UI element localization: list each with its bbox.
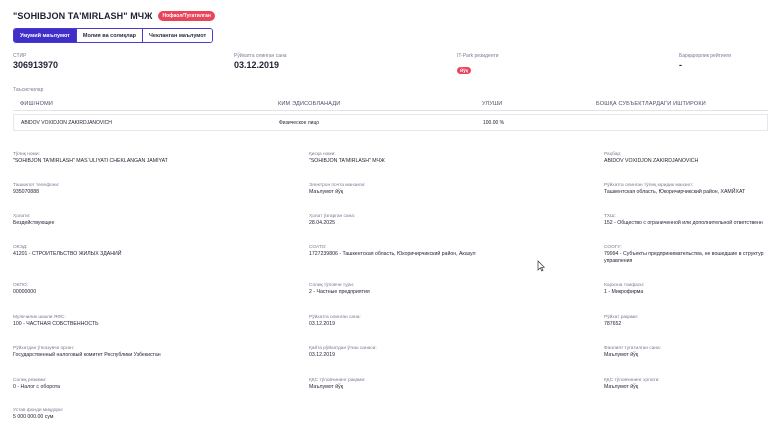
field-okvd: ОКЭД: 41201 - СТРОИТЕЛЬСТВО ЖИЛЫХ ЗДАНИЙ <box>13 245 188 258</box>
field-ownership: Мулкчилик шакли ЯФС: 100 - ЧАСТНАЯ СОБСТ… <box>13 315 188 328</box>
stat-itpark: IT-Park резиденти Йўқ <box>457 53 499 77</box>
founder-name-cell: ABIDOV VOXIDJON ZAKIRDJANOVICH <box>21 119 112 126</box>
field-legal-address: Рўйхатга олинган тўлиқ юридик манзил: Та… <box>604 183 768 196</box>
field-value: 1727239806 - Ташкентская область, Юкорич… <box>309 251 476 257</box>
field-value: Маълумот йўқ <box>309 384 343 390</box>
stat-registration-date-value: 03.12.2019 <box>234 60 280 70</box>
status-badge: Нофаол/Тугатилган <box>158 11 215 21</box>
founder-type-cell: Физическое лицо <box>279 119 320 126</box>
field-registration-date: Рўйхатга олинган сана: 03.12.2019 <box>309 315 484 328</box>
field-liquidation-date: Фаолият тугатилган сана: Маълумот йўқ <box>604 346 768 359</box>
founders-section-label: Таъсисчилар <box>13 87 44 93</box>
field-registering-body: Рўйхатдан ўтказувчи орган: Государственн… <box>13 346 233 359</box>
founder-share-cell: 100.00 % <box>483 119 505 126</box>
field-value: Государственный налоговый комитет Респуб… <box>13 352 161 358</box>
stat-reliability-label: Барқарорлик рейтинги <box>679 53 732 59</box>
field-soato: СОАТО: 1727239806 - Ташкентская область,… <box>309 245 529 258</box>
field-full-name: Тўлиқ номи: "SOHIBJON TA'MIRLASH" MAS`UL… <box>13 152 293 165</box>
itpark-status-pill: Йўқ <box>457 67 471 74</box>
field-value: 28.04.2025 <box>309 220 335 226</box>
field-value: 00000000 <box>13 289 37 295</box>
field-phone: Ташкилот телефони: 935070888 <box>13 183 188 196</box>
field-value: "SOHIBJON TA'MIRLASH" MAS`ULIYATI CHEKLA… <box>13 158 168 164</box>
stat-stir-value: 306913970 <box>13 60 59 70</box>
column-header-name: ФИШ/НОМИ <box>20 100 54 107</box>
column-header-other: БОШҚА СУБЪЕКТЛАРДАГИ ИШТИРОКИ <box>596 100 706 107</box>
column-header-share: УЛУШИ <box>482 100 503 107</box>
field-email: Электрон почта манзили: Маълумот йўқ <box>309 183 484 196</box>
field-value: "SOHIBJON TA'MIRLASH" МЧЖ <box>309 158 385 164</box>
field-charter-fund: Устав фонди миқдори: 5 000 000.00 сум <box>13 408 188 421</box>
field-state: Ҳолати: Бездействующее <box>13 214 188 227</box>
stat-stir: СТИР 306913970 <box>13 53 58 70</box>
field-value: 2 - Частные предприятия <box>309 289 370 295</box>
stat-stir-label: СТИР <box>13 53 27 59</box>
stat-reliability: Барқарорлик рейтинги - <box>679 53 731 70</box>
field-value: 79994 - Субъекты предпринимательства, не… <box>604 251 764 264</box>
field-soogu: СООГУ: 79994 - Субъекты предпринимательс… <box>604 245 768 264</box>
field-tax-type: Солиқ тўловчи тури: 2 - Частные предприя… <box>309 283 484 296</box>
field-value: ABIDOV VOXIDJON ZAKIRDJANOVICH <box>604 158 699 164</box>
field-director: Раҳбар: ABIDOV VOXIDJON ZAKIRDJANOVICH <box>604 152 768 165</box>
mouse-cursor-icon <box>537 260 545 272</box>
tab-finance-taxes[interactable]: Молия ва солиқлар <box>76 29 144 42</box>
field-tax-regime: Солиқ режими: 0 - Налог с оборота <box>13 378 188 391</box>
field-value: Маълумот йўқ <box>309 189 343 195</box>
field-reregistration-date: Қайта рўйхатдан ўтиш санаси: 03.12.2019 <box>309 346 484 359</box>
stat-itpark-label: IT-Park резиденти <box>457 53 499 59</box>
field-state-date: Ҳолат ўзгарган сана: 28.04.2025 <box>309 214 484 227</box>
company-title: "SOHIBJON TA'MIRLASH" МЧЖ <box>13 11 153 21</box>
company-profile-page: "SOHIBJON TA'MIRLASH" МЧЖ Нофаол/Тугатил… <box>0 0 768 421</box>
field-value: 152 - Общество с ограниченной или дополн… <box>604 220 763 226</box>
stat-registration-date: Рўйхатга олинган сана 03.12.2019 <box>234 53 287 70</box>
field-value: 1 - Микрофирма <box>604 289 644 295</box>
tab-restricted-info[interactable]: Чекланган маълумот <box>143 29 213 42</box>
title-row: "SOHIBJON TA'MIRLASH" МЧЖ Нофаол/Тугатил… <box>13 11 215 21</box>
stat-reliability-value: - <box>679 60 682 70</box>
field-value: 100 - ЧАСТНАЯ СОБСТВЕННОСТЬ <box>13 321 99 327</box>
field-value: Бездействующее <box>13 220 55 226</box>
field-value: 787652 <box>604 321 622 327</box>
field-value: 03.12.2019 <box>309 321 335 327</box>
table-row[interactable]: ABIDOV VOXIDJON ZAKIRDJANOVICH Физическо… <box>13 114 768 131</box>
stat-registration-date-label: Рўйхатга олинган сана <box>234 53 287 59</box>
field-value: Маълумот йўқ <box>604 352 638 358</box>
field-tkhsh: ТХШ: 152 - Общество с ограниченной или д… <box>604 214 768 227</box>
field-vat-status: ҚҚС тўловчининг ҳолати: Маълумот йўқ <box>604 378 768 391</box>
field-registration-number: Рўйхат рақами: 787652 <box>604 315 768 328</box>
table-header-row: ФИШ/НОМИ КИМ ЭДИСОБЛАНАДИ УЛУШИ БОШҚА СУ… <box>13 97 768 111</box>
founders-table: ФИШ/НОМИ КИМ ЭДИСОБЛАНАДИ УЛУШИ БОШҚА СУ… <box>13 97 768 131</box>
field-value: 5 000 000.00 сум <box>13 414 54 420</box>
field-value: 03.12.2019 <box>309 352 335 358</box>
field-short-name: Қисқа номи: "SOHIBJON TA'MIRLASH" МЧЖ <box>309 152 484 165</box>
field-enterprise-category: Корхона тоифаси: 1 - Микрофирма <box>604 283 768 296</box>
field-vat-number: ҚҚС тўловчининг рақами: Маълумот йўқ <box>309 378 484 391</box>
field-value: 935070888 <box>13 189 39 195</box>
field-okpo: ОКПО: 00000000 <box>13 283 188 296</box>
field-value: 41201 - СТРОИТЕЛЬСТВО ЖИЛЫХ ЗДАНИЙ <box>13 251 122 257</box>
column-header-type: КИМ ЭДИСОБЛАНАДИ <box>278 100 341 107</box>
tab-general-info[interactable]: Умумий маълумот <box>14 29 77 42</box>
tab-bar: Умумий маълумот Молия ва солиқлар Чеклан… <box>13 28 214 43</box>
field-value: Маълумот йўқ <box>604 384 638 390</box>
field-value: 0 - Налог с оборота <box>13 384 61 390</box>
field-value: Ташкентская область, Юкоричирчикский рай… <box>604 189 746 195</box>
